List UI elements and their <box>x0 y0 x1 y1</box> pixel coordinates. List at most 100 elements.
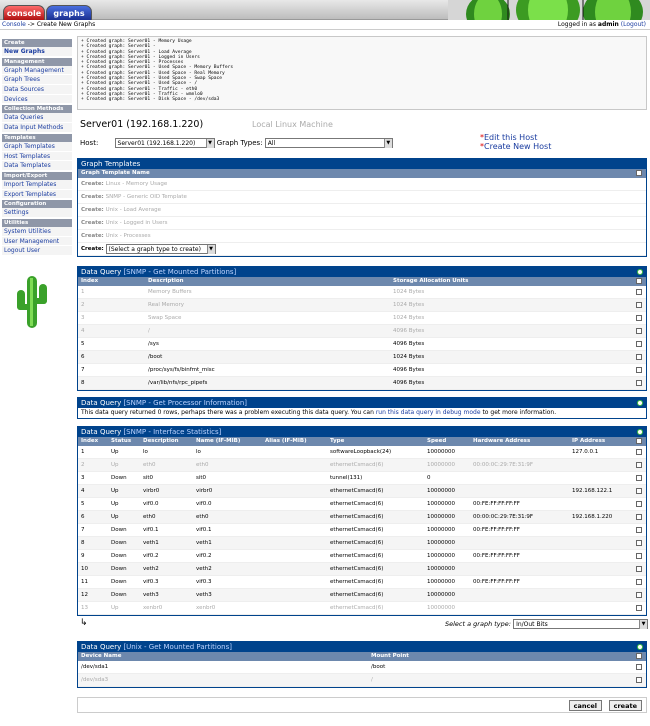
sidebar-item[interactable]: Data Input Methods <box>2 123 72 133</box>
sidebar-item[interactable]: Devices <box>2 94 72 105</box>
table-cell: sit0 <box>196 475 207 481</box>
if-graph-type-select[interactable]: In/Out Bits ▼ <box>513 619 649 629</box>
cancel-button[interactable]: cancel <box>568 700 602 711</box>
template-row[interactable]: Create: Unix - Processes <box>78 230 646 243</box>
row-checkbox[interactable] <box>636 488 642 494</box>
edit-host-link[interactable]: Edit this Host <box>484 133 537 142</box>
host-select[interactable]: Server01 (192.168.1.220) ▼ <box>114 138 215 148</box>
table-row[interactable]: 6/boot 1024 Bytes <box>78 351 646 364</box>
table-row[interactable]: 3 Down sit0 sit0 tunnel(131) 0 <box>78 472 646 485</box>
row-checkbox[interactable] <box>636 605 642 611</box>
create-button[interactable]: create <box>608 700 642 711</box>
row-checkbox[interactable] <box>636 677 642 683</box>
panel-title: Data Query <box>81 399 122 407</box>
select-all-checkbox[interactable] <box>636 438 642 444</box>
table-row[interactable]: /dev/sda1/boot <box>78 661 646 674</box>
row-checkbox[interactable] <box>636 289 642 295</box>
template-row[interactable]: Create: SNMP - Generic OID Template <box>78 191 646 204</box>
sidebar-item[interactable]: Data Templates <box>2 161 72 171</box>
table-row[interactable]: 5 Up vif0.0 vif0.0 ethernetCsmacd(6) 10000000… <box>78 498 646 511</box>
breadcrumb: Console -> Create New Graphs <box>2 21 95 28</box>
tab-graphs[interactable]: graphs <box>46 5 92 20</box>
row-checkbox[interactable] <box>636 501 642 507</box>
cactus-banner-art <box>448 0 650 20</box>
template-row[interactable]: Create: Unix - Logged in Users <box>78 217 646 230</box>
status-dot-icon[interactable] <box>637 269 643 275</box>
table-row[interactable]: 2 Real Memory 1024 Bytes <box>78 299 646 312</box>
status-dot-icon[interactable] <box>637 644 643 650</box>
column-header: Index <box>81 278 99 284</box>
sidebar-item[interactable]: Host Templates <box>2 151 72 162</box>
row-checkbox[interactable] <box>636 566 642 572</box>
row-checkbox[interactable] <box>636 341 642 347</box>
graph-type-select[interactable]: (Select a graph type to create) ▼ <box>105 243 216 254</box>
row-checkbox[interactable] <box>636 328 642 334</box>
sidebar-item[interactable]: User Management <box>2 236 72 247</box>
sidebar-item[interactable]: Data Queries <box>2 113 72 124</box>
logout-link[interactable]: (Logout) <box>621 21 646 28</box>
table-row[interactable]: 4 / 4096 Bytes <box>78 325 646 338</box>
row-checkbox[interactable] <box>636 302 642 308</box>
sidebar-item[interactable]: Graph Management <box>2 65 72 76</box>
table-row[interactable]: 10 Down veth2 veth2 ethernetCsmacd(6) 1000000… <box>78 563 646 576</box>
debug-mode-link[interactable]: run this data query in debug mode <box>376 409 481 416</box>
sidebar-item[interactable]: New Graphs <box>2 47 72 57</box>
select-all-checkbox[interactable] <box>636 278 642 284</box>
table-row[interactable]: 9 Down vif0.2 vif0.2 ethernetCsmacd(6) 100000… <box>78 550 646 563</box>
status-dot-icon[interactable] <box>637 400 643 406</box>
row-checkbox[interactable] <box>636 664 642 670</box>
sidebar-item[interactable]: Data Sources <box>2 85 72 95</box>
table-row[interactable]: 13 Up xenbr0 xenbr0 ethernetCsmacd(6) 1000000… <box>78 602 646 615</box>
panel-header: Data Query [SNMP - Get Mounted Partition… <box>78 267 646 277</box>
table-row[interactable]: 1 Memory Buffers 1024 Bytes <box>78 286 646 299</box>
debug-message-text: This data query returned 0 rows, perhaps… <box>81 409 376 416</box>
table-row[interactable]: 1 Up lo lo softwareLoopback(24) 10000000 127.0… <box>78 446 646 459</box>
table-row[interactable]: /dev/sda3 / <box>78 674 646 687</box>
sidebar-item[interactable]: Settings <box>2 208 72 218</box>
row-checkbox[interactable] <box>636 449 642 455</box>
table-cell: Swap Space <box>148 315 182 321</box>
table-row[interactable]: 7 Down vif0.1 vif0.1 ethernetCsmacd(6) 100000… <box>78 524 646 537</box>
table-row[interactable]: 7/proc/sys/fs/binfmt_misc 4096 Bytes <box>78 364 646 377</box>
tab-console[interactable]: console <box>3 5 45 20</box>
panel-title: Data Query <box>81 643 122 651</box>
row-checkbox[interactable] <box>636 514 642 520</box>
sidebar-item[interactable]: System Utilities <box>2 226 72 237</box>
sidebar-item[interactable]: Export Templates <box>2 189 72 200</box>
status-dot-icon[interactable] <box>637 429 643 435</box>
table-row[interactable]: 8 Down veth1 veth1 ethernetCsmacd(6) 10000000 <box>78 537 646 550</box>
table-row[interactable]: 8/var/lib/nfs/rpc_pipefs 4096 Bytes <box>78 377 646 390</box>
row-checkbox[interactable] <box>636 462 642 468</box>
select-all-checkbox[interactable] <box>636 170 642 176</box>
sidebar-item[interactable]: Logout User <box>2 246 72 256</box>
row-checkbox[interactable] <box>636 380 642 386</box>
table-row[interactable]: 4 Up virbr0 virbr0 ethernetCsmacd(6) 10000000… <box>78 485 646 498</box>
table-row[interactable]: 3 Swap Space 1024 Bytes <box>78 312 646 325</box>
row-checkbox[interactable] <box>636 367 642 373</box>
breadcrumb-console-link[interactable]: Console <box>2 21 26 28</box>
create-host-link[interactable]: Create New Host <box>484 142 551 151</box>
table-row[interactable]: 5/sys 4096 Bytes <box>78 338 646 351</box>
table-cell: 10000000 <box>427 462 455 468</box>
row-checkbox[interactable] <box>636 540 642 546</box>
return-arrow-icon: ↳ <box>80 618 88 628</box>
sidebar-item[interactable]: Graph Trees <box>2 75 72 86</box>
table-row[interactable]: 2 Up eth0 eth0 ethernetCsmacd(6) 10000000 00:0… <box>78 459 646 472</box>
row-checkbox[interactable] <box>636 553 642 559</box>
row-checkbox[interactable] <box>636 527 642 533</box>
select-all-checkbox[interactable] <box>636 653 642 659</box>
table-row[interactable]: 6 Up eth0 eth0 ethernetCsmacd(6) 10000000 00:0… <box>78 511 646 524</box>
row-checkbox[interactable] <box>636 579 642 585</box>
table-row[interactable]: 12 Down veth3 veth3 ethernetCsmacd(6) 1000000… <box>78 589 646 602</box>
row-checkbox[interactable] <box>636 354 642 360</box>
sidebar-item[interactable]: Import Templates <box>2 179 72 190</box>
row-checkbox[interactable] <box>636 475 642 481</box>
sidebar-item[interactable]: Graph Templates <box>2 141 72 152</box>
graph-types-select[interactable]: All ▼ <box>264 138 393 148</box>
template-row[interactable]: Create: Unix - Load Average <box>78 204 646 217</box>
row-checkbox[interactable] <box>636 315 642 321</box>
table-row[interactable]: 11 Down vif0.3 vif0.3 ethernetCsmacd(6) 10000… <box>78 576 646 589</box>
row-checkbox[interactable] <box>636 592 642 598</box>
template-row[interactable]: Create: Linux - Memory Usage <box>78 178 646 191</box>
table-cell: ethernetCsmacd(6) <box>330 540 384 546</box>
